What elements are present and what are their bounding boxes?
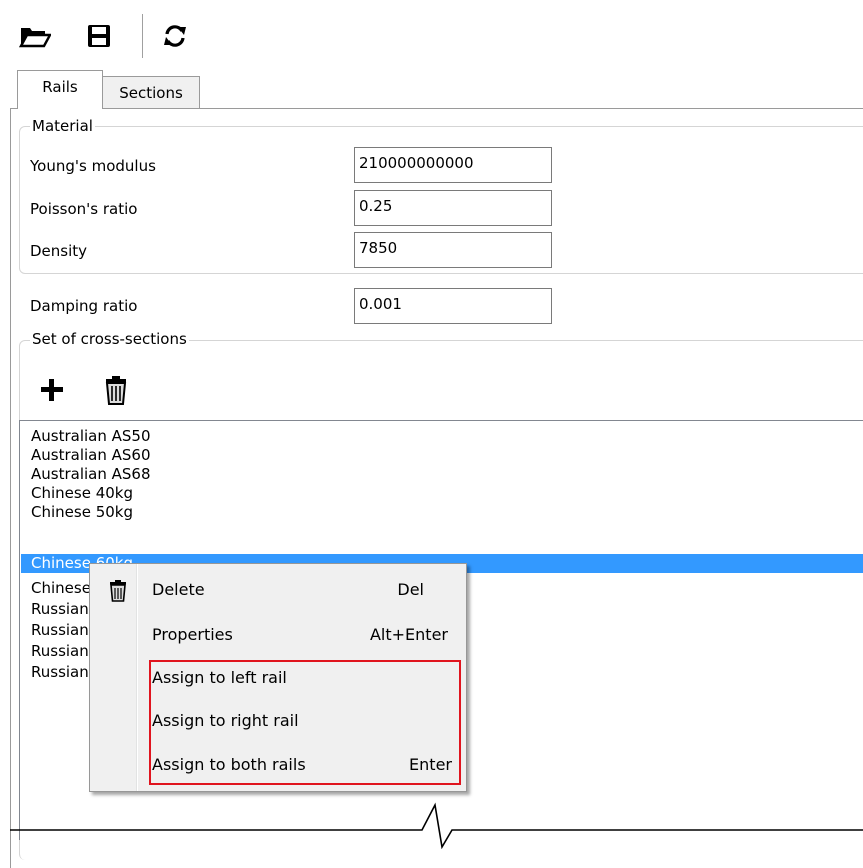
list-item[interactable]: Australian AS50 <box>31 427 863 446</box>
tab-rails-label: Rails <box>42 78 78 96</box>
save-icon[interactable] <box>82 16 116 56</box>
open-folder-icon[interactable] <box>18 16 52 56</box>
toolbar-separator <box>142 14 143 58</box>
cut-line <box>10 802 863 849</box>
poissons-ratio-field[interactable]: 0.25 <box>354 190 552 226</box>
damping-ratio-label: Damping ratio <box>30 297 138 315</box>
material-group-title: Material <box>30 117 95 135</box>
poissons-ratio-label: Poisson's ratio <box>30 200 138 218</box>
menu-item-properties-shortcut: Alt+Enter <box>369 625 448 644</box>
menu-item-delete[interactable]: Delete Del <box>152 572 442 608</box>
tab-sections[interactable]: Sections <box>102 76 200 109</box>
damping-ratio-field[interactable]: 0.001 <box>354 288 552 324</box>
youngs-modulus-field[interactable]: 210000000000 <box>354 147 552 183</box>
highlight-box <box>149 660 461 785</box>
density-field[interactable]: 7850 <box>354 232 552 268</box>
menu-item-properties-label: Properties <box>152 625 233 644</box>
youngs-modulus-label: Young's modulus <box>30 157 156 175</box>
refresh-icon[interactable] <box>158 16 192 56</box>
context-menu: Delete Del Properties Alt+Enter Assign t… <box>89 563 467 792</box>
trash-icon <box>108 579 128 603</box>
add-icon[interactable] <box>38 376 66 404</box>
list-item[interactable]: Chinese 40kg <box>31 484 863 503</box>
tab-rails[interactable]: Rails <box>17 70 103 109</box>
menu-item-delete-shortcut: Del <box>397 580 424 599</box>
list-item[interactable]: Chinese 50kg <box>31 503 863 522</box>
menu-item-delete-label: Delete <box>152 580 205 599</box>
trash-icon[interactable] <box>102 374 130 406</box>
density-label: Density <box>30 242 88 260</box>
list-item[interactable]: Australian AS60 <box>31 446 863 465</box>
list-item[interactable]: Australian AS68 <box>31 465 863 484</box>
cross-sections-group-title: Set of cross-sections <box>30 330 189 348</box>
tab-sections-label: Sections <box>119 84 183 102</box>
menu-item-properties[interactable]: Properties Alt+Enter <box>152 617 448 653</box>
